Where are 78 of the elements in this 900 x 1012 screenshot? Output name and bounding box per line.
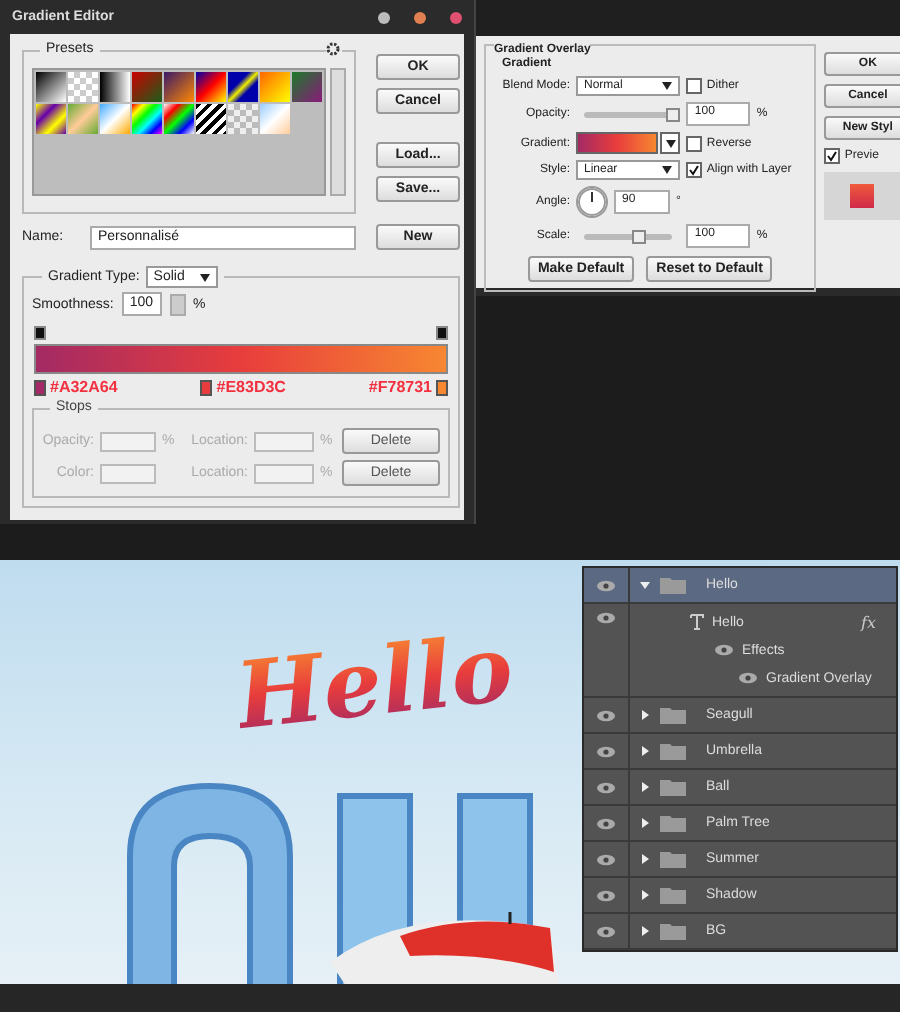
expanded-arrow-icon[interactable] <box>640 580 650 590</box>
opacity-stop-icon[interactable] <box>34 326 46 340</box>
eye-icon[interactable] <box>596 853 616 865</box>
angle-dial[interactable] <box>576 186 608 218</box>
folder-icon <box>660 706 686 724</box>
folder-icon <box>660 850 686 868</box>
stop-field[interactable] <box>100 431 156 451</box>
scale-slider[interactable] <box>584 233 673 239</box>
color-stop-label: #A32A64 <box>50 378 118 396</box>
gradient-bar[interactable] <box>34 344 448 374</box>
folder-icon <box>660 742 686 760</box>
preview-checkbox[interactable] <box>824 148 841 164</box>
color-stop-label: #F78731 <box>368 378 432 396</box>
caret-icon <box>662 82 673 90</box>
gradient-swatch[interactable] <box>100 72 130 102</box>
color-stop-icon[interactable] <box>200 379 213 395</box>
slider-thumb[interactable] <box>666 107 681 121</box>
color-stop-icon[interactable] <box>436 379 448 395</box>
location-field[interactable] <box>254 431 314 451</box>
text-layer-icon <box>690 614 704 630</box>
gradient-swatch[interactable] <box>36 104 66 134</box>
eye-icon[interactable] <box>596 781 616 793</box>
gradient-swatch[interactable] <box>132 104 162 134</box>
align-checkbox[interactable] <box>686 162 703 178</box>
window-button-icon[interactable] <box>378 11 390 23</box>
collapsed-arrow-icon[interactable] <box>640 746 650 756</box>
gradient-swatch[interactable] <box>68 104 98 134</box>
eye-icon[interactable] <box>596 745 616 757</box>
collapsed-arrow-icon[interactable] <box>640 890 650 900</box>
collapsed-arrow-icon[interactable] <box>640 854 650 864</box>
dither-checkbox[interactable] <box>686 78 703 94</box>
eye-icon[interactable] <box>714 644 734 656</box>
eye-icon[interactable] <box>738 672 758 684</box>
location-field[interactable] <box>254 463 314 483</box>
gradient-swatch[interactable] <box>100 104 130 134</box>
gradient-swatch[interactable] <box>36 72 66 102</box>
color-stop-icon[interactable] <box>34 379 46 395</box>
caret-icon <box>200 273 211 281</box>
folder-icon <box>660 922 686 940</box>
eye-icon[interactable] <box>596 612 616 624</box>
settings-icon[interactable] <box>326 42 342 56</box>
collapsed-arrow-icon[interactable] <box>640 818 650 828</box>
gradient-swatch[interactable] <box>132 72 162 102</box>
gradient-swatch[interactable] <box>164 72 194 102</box>
eye-icon[interactable] <box>596 579 616 591</box>
window-button-icon[interactable] <box>450 11 462 23</box>
gradient-dropdown-button[interactable] <box>660 132 681 154</box>
eye-icon[interactable] <box>596 817 616 829</box>
folder-icon <box>660 778 686 796</box>
effects-label: fx <box>861 613 876 631</box>
gradient-swatch[interactable] <box>292 72 322 102</box>
caret-icon <box>665 139 676 147</box>
gradient-swatch[interactable] <box>228 72 258 102</box>
gradient-swatch[interactable] <box>196 104 226 134</box>
window-button-icon[interactable] <box>414 11 426 23</box>
preview-swatch <box>850 184 875 208</box>
collapsed-arrow-icon[interactable] <box>640 782 650 792</box>
eye-icon[interactable] <box>596 709 616 721</box>
stop-field[interactable] <box>100 463 156 483</box>
reverse-checkbox[interactable] <box>686 135 703 151</box>
caret-icon <box>662 166 673 174</box>
gradient-swatch[interactable] <box>260 104 290 134</box>
folder-icon <box>660 576 686 594</box>
gradient-swatch[interactable] <box>196 72 226 102</box>
gradient-swatch[interactable] <box>228 104 258 134</box>
folder-icon <box>660 814 686 832</box>
slider-thumb[interactable] <box>631 229 646 243</box>
scrollbar[interactable] <box>330 68 346 196</box>
eye-icon[interactable] <box>596 925 616 937</box>
opacity-stop-icon[interactable] <box>436 326 448 340</box>
gradient-swatch[interactable] <box>260 72 290 102</box>
collapsed-arrow-icon[interactable] <box>640 710 650 720</box>
eye-icon[interactable] <box>596 889 616 901</box>
color-stop-label: #E83D3C <box>216 378 286 396</box>
collapsed-arrow-icon[interactable] <box>640 926 650 936</box>
gradient-swatch[interactable] <box>164 104 194 134</box>
folder-icon <box>660 886 686 904</box>
gradient-swatch[interactable] <box>68 72 98 102</box>
